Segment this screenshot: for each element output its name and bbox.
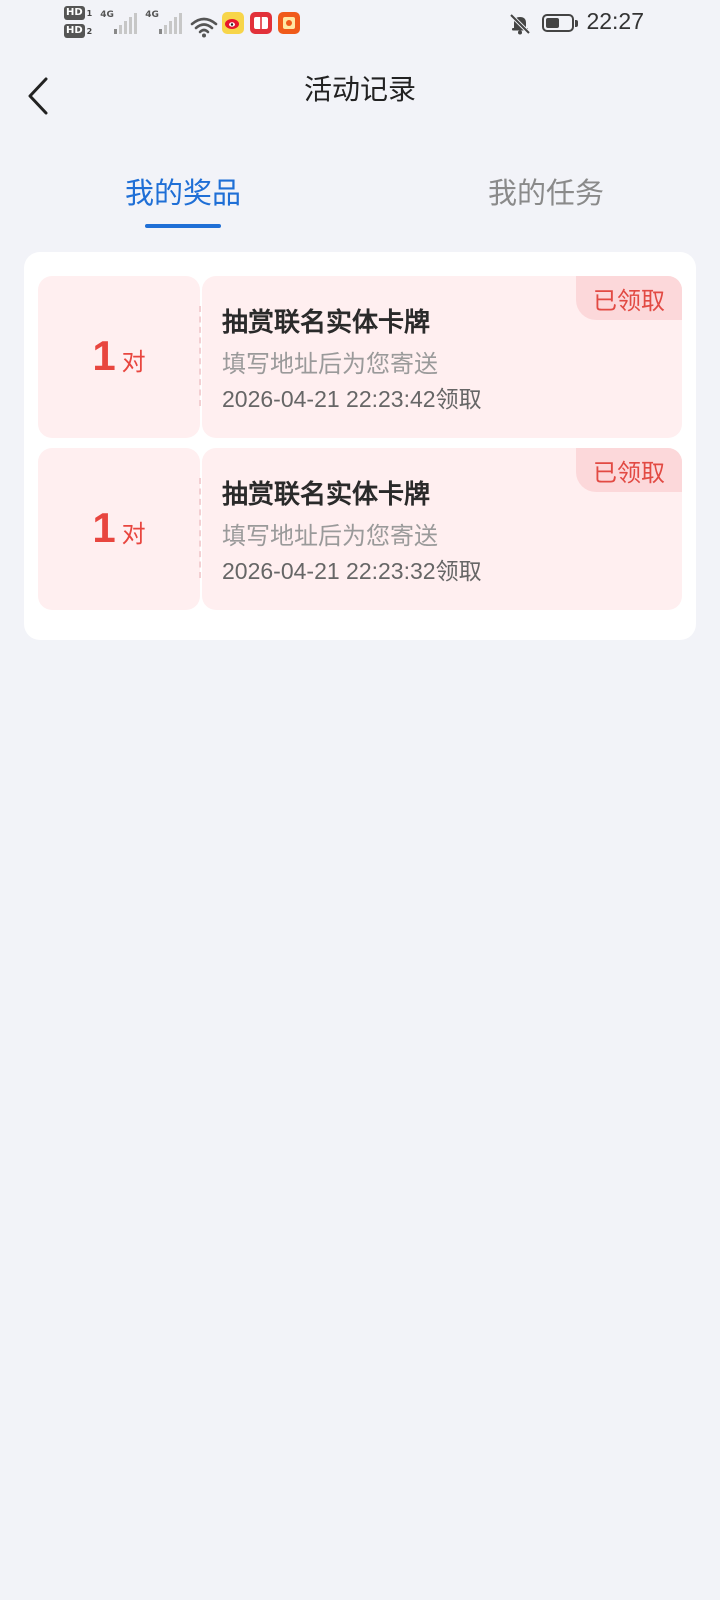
prize-claim-time: 2026-04-21 22:23:42领取 xyxy=(222,386,482,412)
hd-badge-2: HD 2 xyxy=(64,24,93,38)
prize-quantity-box: 1 对 xyxy=(38,448,200,610)
page-title: 活动记录 xyxy=(303,73,416,106)
prize-list: 1 对 抽赏联名实体卡牌 填写地址后为您寄送 2026-04-21 22:23:… xyxy=(24,252,696,640)
signal-icon-sim1: 4G xyxy=(100,6,138,36)
prize-name: 抽赏联名实体卡牌 xyxy=(222,308,431,338)
tab-my-prizes[interactable]: 我的奖品 xyxy=(120,170,246,212)
weibo-icon xyxy=(222,12,245,34)
red-envelope-icon xyxy=(278,12,301,34)
dashed-divider xyxy=(199,306,201,406)
prize-quantity: 1 xyxy=(92,504,116,551)
battery-level xyxy=(546,18,559,28)
signal-icon-sim2: 4G xyxy=(145,6,183,36)
prize-info: 抽赏联名实体卡牌 填写地址后为您寄送 2026-04-21 22:23:32领取… xyxy=(202,448,682,610)
tab-bar: 我的奖品 我的任务 xyxy=(0,160,720,230)
prize-description: 填写地址后为您寄送 xyxy=(222,350,438,378)
hd-badge-1: HD 1 xyxy=(64,6,93,20)
prize-claim-time: 2026-04-21 22:23:32领取 xyxy=(222,558,482,584)
book-app-icon xyxy=(250,12,273,34)
header: 活动记录 xyxy=(0,48,720,132)
bell-off-icon xyxy=(509,13,531,35)
prize-unit: 对 xyxy=(121,348,146,376)
dashed-divider xyxy=(199,478,201,578)
status-badge: 已领取 xyxy=(576,448,682,492)
prize-quantity: 1 xyxy=(92,332,116,379)
status-left-icons: HD 1 HD 2 4G 4G xyxy=(64,6,306,46)
prize-description: 填写地址后为您寄送 xyxy=(222,522,438,550)
prize-unit: 对 xyxy=(121,520,146,548)
battery-icon xyxy=(542,14,578,32)
prize-item[interactable]: 1 对 抽赏联名实体卡牌 填写地址后为您寄送 2026-04-21 22:23:… xyxy=(38,448,682,610)
tab-my-tasks[interactable]: 我的任务 xyxy=(484,170,608,212)
hd-indicators: HD 1 HD 2 xyxy=(64,6,92,38)
prize-name: 抽赏联名实体卡牌 xyxy=(222,480,431,510)
prize-item[interactable]: 1 对 抽赏联名实体卡牌 填写地址后为您寄送 2026-04-21 22:23:… xyxy=(38,276,682,438)
status-badge: 已领取 xyxy=(576,276,682,320)
status-bar: HD 1 HD 2 4G 4G 22:27 xyxy=(0,0,720,48)
prize-quantity-box: 1 对 xyxy=(38,276,200,438)
wifi-icon xyxy=(190,17,218,38)
status-time: 22:27 xyxy=(586,8,644,34)
prize-info: 抽赏联名实体卡牌 填写地址后为您寄送 2026-04-21 22:23:42领取… xyxy=(202,276,682,438)
active-tab-indicator xyxy=(145,224,221,228)
